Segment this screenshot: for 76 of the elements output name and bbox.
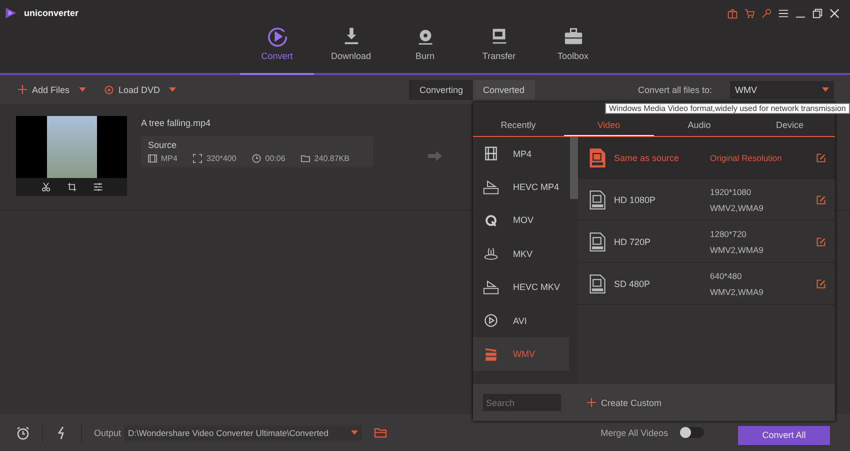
nav-tab[interactable]: Transfer <box>462 26 536 73</box>
format-tab[interactable]: Device <box>744 114 835 136</box>
nav-tab[interactable]: Toolbox <box>536 26 610 73</box>
nav-tab[interactable]: Download <box>314 26 388 73</box>
output-label: Output <box>94 428 122 438</box>
tooltip: Windows Media Video format,widely used for network transmission <box>605 103 850 114</box>
plus-icon <box>587 398 596 407</box>
plus-icon <box>18 85 27 94</box>
format-dropdown[interactable]: WMV <box>730 80 834 98</box>
size-value: 240.87KB <box>314 154 350 163</box>
convert-icon <box>266 26 288 47</box>
search-field[interactable]: Search <box>483 394 561 411</box>
format-item[interactable]: MOV <box>473 204 569 238</box>
preset-row[interactable]: Same as source Original Resolution <box>578 137 835 179</box>
format-item[interactable]: MP4 <box>473 137 569 170</box>
scrollbar-thumb[interactable] <box>570 137 578 199</box>
duration-value: 00:06 <box>265 154 286 163</box>
caret-icon <box>351 430 358 435</box>
format-tab[interactable]: Recently <box>473 114 564 136</box>
output-path-dropdown[interactable]: D:\Wondershare Video Converter Ultimate\Converted <box>124 424 362 440</box>
merge-label: Merge All Videos <box>600 428 668 438</box>
merge-toggle[interactable] <box>680 427 704 438</box>
alarm-icon[interactable] <box>16 426 30 440</box>
format-item[interactable]: MKV <box>473 237 569 271</box>
video-file-icon <box>588 274 606 294</box>
video-file-icon <box>588 190 606 210</box>
play-icon <box>483 313 499 328</box>
format-item[interactable]: HEVC MP4 <box>473 170 569 204</box>
sliders-icon[interactable] <box>92 182 102 192</box>
arrow-icon <box>427 150 443 162</box>
close-icon[interactable] <box>829 8 840 18</box>
gift-icon[interactable] <box>727 8 738 18</box>
video-file-icon <box>588 232 606 252</box>
convert-all-button[interactable]: Convert All <box>738 426 830 444</box>
folder-icon <box>301 154 310 163</box>
preset-row[interactable]: SD 480P 640*480 WMV2,WMA9 <box>578 263 835 305</box>
cart-icon[interactable] <box>744 8 755 18</box>
view-tab[interactable]: Converting <box>409 80 474 100</box>
edit-icon[interactable] <box>816 152 826 162</box>
view-tab[interactable]: Converted <box>473 80 535 100</box>
logo-icon <box>4 6 18 20</box>
preset-row[interactable]: HD 720P 1280*720 WMV2,WMA9 <box>578 221 835 263</box>
source-label: Source <box>148 140 178 150</box>
resolution-value: 320*400 <box>206 154 236 163</box>
photo-placeholder <box>46 116 96 178</box>
film-icon <box>483 146 499 162</box>
convert-all-label: Convert all files to: <box>638 84 712 94</box>
app-title: uniconverter <box>24 8 79 18</box>
edit-icon[interactable] <box>816 194 826 204</box>
film-icon <box>148 154 157 163</box>
caret-icon <box>822 87 829 92</box>
format-value: MP4 <box>161 154 178 163</box>
caret-icon <box>169 87 176 92</box>
format-item[interactable]: AVI <box>473 304 569 338</box>
clapper-icon <box>483 346 499 362</box>
video-file-icon <box>588 148 606 168</box>
folder-icon[interactable] <box>374 427 388 438</box>
preset-row[interactable]: HD 1080P 1920*1080 WMV2,WMA9 <box>578 179 835 221</box>
format-item[interactable]: HEVC MKV <box>473 270 569 304</box>
key-icon[interactable] <box>761 8 772 18</box>
format-tab[interactable]: Audio <box>654 114 744 136</box>
edit-icon[interactable] <box>816 236 826 246</box>
edit-icon[interactable] <box>816 278 826 288</box>
nav-tab[interactable]: Burn <box>388 26 462 73</box>
crop-icon[interactable] <box>66 182 76 192</box>
clock-icon <box>252 154 262 163</box>
scissors-icon[interactable] <box>40 182 50 192</box>
menu-icon[interactable] <box>778 8 789 18</box>
resize-icon <box>193 154 202 163</box>
create-custom-button[interactable]: Create Custom <box>587 398 662 408</box>
file-name: A tree falling.mp4 <box>141 118 212 128</box>
caret-icon <box>78 87 86 92</box>
disc-icon <box>104 84 114 94</box>
load-dvd-button[interactable]: Load DVD <box>104 84 176 94</box>
maximize-icon[interactable] <box>812 8 823 18</box>
add-files-button[interactable]: Add Files <box>18 84 86 94</box>
